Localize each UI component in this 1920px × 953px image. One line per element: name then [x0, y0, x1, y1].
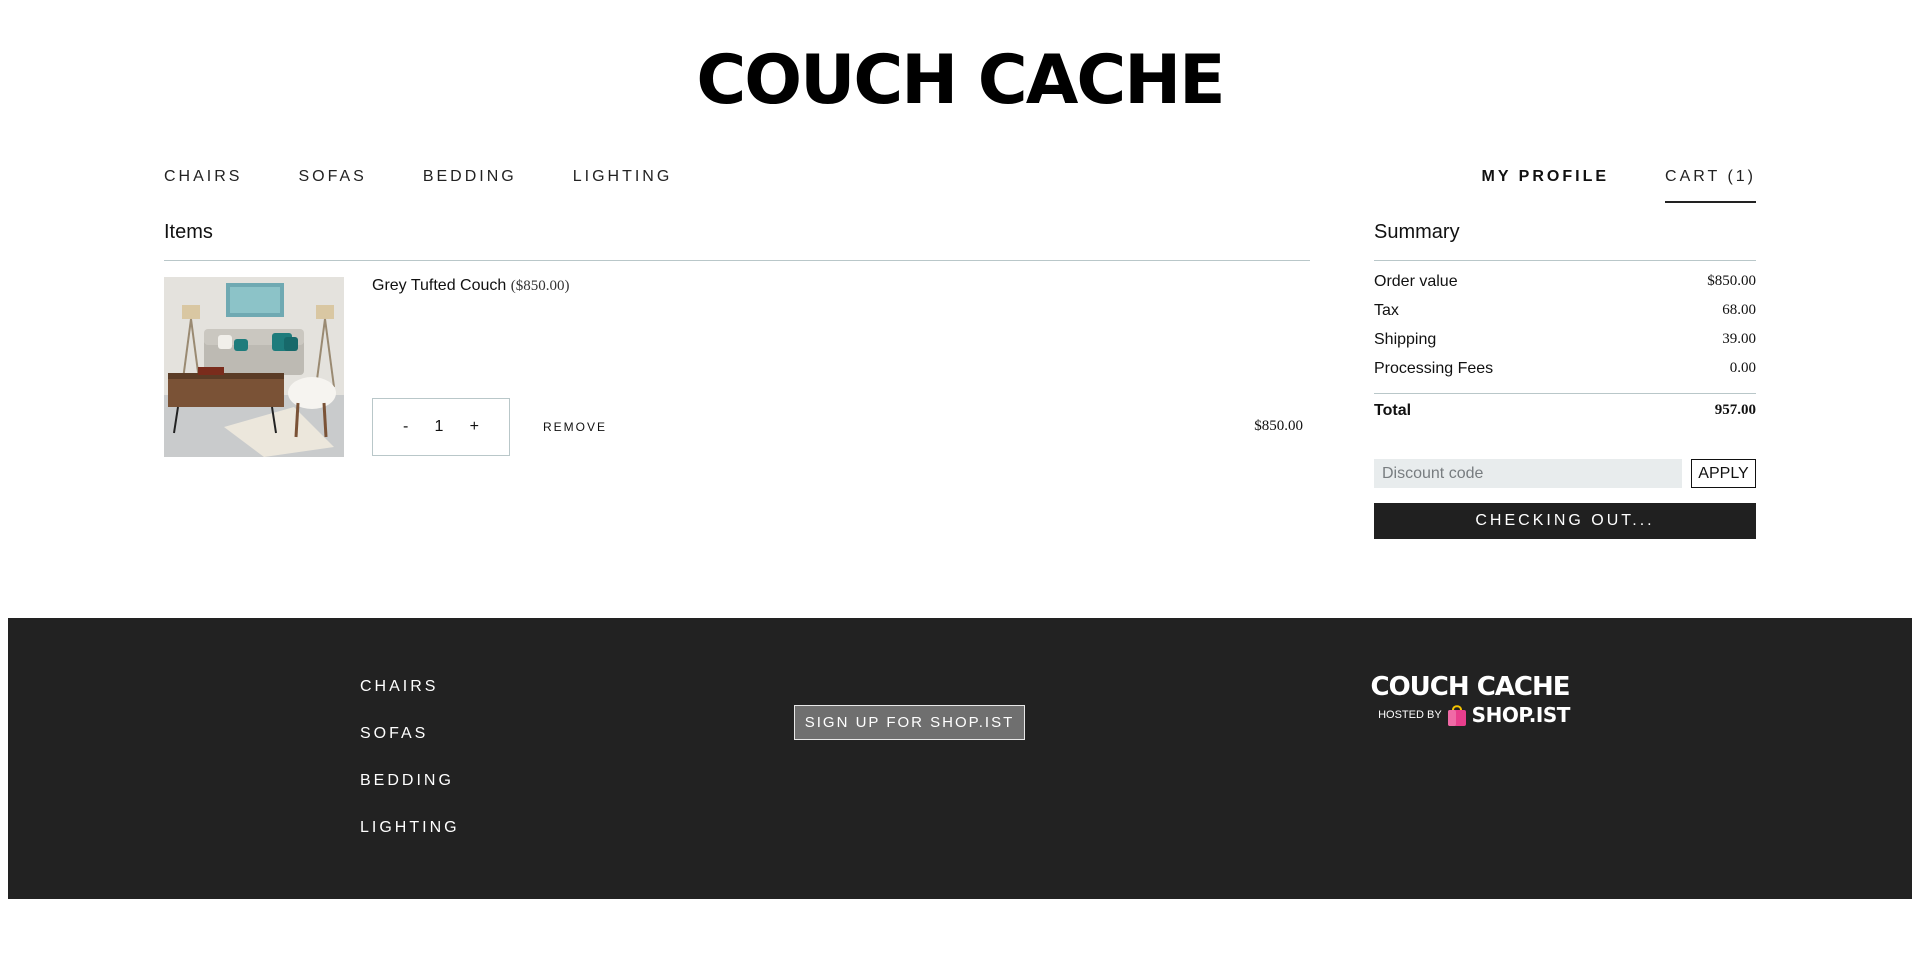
total-label: Total [1374, 402, 1412, 419]
item-title[interactable]: Grey Tufted Couch ($850.00) [372, 277, 570, 295]
footer-brand-logo[interactable]: COUCH CACHE [1368, 673, 1572, 701]
summary-label: Shipping [1374, 331, 1437, 348]
items-heading: Items [164, 221, 213, 243]
checkout-button[interactable]: CHECKING OUT... [1374, 503, 1756, 539]
summary-row-shipping: Shipping 39.00 [1374, 331, 1756, 349]
hosted-by-badge[interactable]: HOSTED BY SHOP.IST [1374, 703, 1574, 727]
product-image[interactable] [164, 277, 344, 457]
total-value: 957.00 [1714, 402, 1756, 418]
decrement-button[interactable]: - [403, 418, 408, 436]
account-nav: MY PROFILE CART (1) [1426, 166, 1756, 203]
nav-chairs[interactable]: CHAIRS [164, 166, 242, 188]
footer-link-chairs[interactable]: CHAIRS [360, 678, 438, 696]
brand-logo[interactable]: COUCH CACHE [0, 38, 1920, 124]
summary-divider [1374, 260, 1756, 261]
my-profile-link[interactable]: MY PROFILE [1482, 166, 1610, 203]
summary-value: $850.00 [1707, 273, 1756, 289]
quantity-value: 1 [434, 418, 444, 435]
items-divider [164, 260, 1310, 261]
signup-shopist-button[interactable]: SIGN UP FOR SHOP.IST [794, 705, 1025, 740]
summary-label: Order value [1374, 273, 1458, 290]
quantity-stepper: - 1 + [372, 398, 510, 456]
cart-link[interactable]: CART (1) [1665, 166, 1756, 203]
item-name: Grey Tufted Couch [372, 277, 507, 294]
summary-label: Processing Fees [1374, 360, 1494, 377]
remove-item-button[interactable]: REMOVE [543, 420, 607, 434]
host-name: SHOP.IST [1471, 703, 1571, 727]
footer-link-bedding[interactable]: BEDDING [360, 772, 454, 790]
discount-code-input[interactable] [1374, 459, 1682, 488]
item-line-total: $850.00 [1254, 418, 1303, 434]
summary-label: Tax [1374, 302, 1399, 319]
couch-photo-icon [164, 277, 344, 457]
footer-link-sofas[interactable]: SOFAS [360, 725, 428, 743]
summary-row-processing-fees: Processing Fees 0.00 [1374, 360, 1756, 378]
footer-link-lighting[interactable]: LIGHTING [360, 819, 460, 837]
summary-row-order-value: Order value $850.00 [1374, 273, 1756, 291]
nav-sofas[interactable]: SOFAS [298, 166, 366, 188]
summary-value: 39.00 [1722, 331, 1756, 347]
total-divider [1374, 393, 1756, 394]
item-unit-price: ($850.00) [510, 278, 570, 294]
apply-discount-button[interactable]: APPLY [1691, 459, 1756, 488]
summary-row-total: Total 957.00 [1374, 402, 1756, 420]
nav-lighting[interactable]: LIGHTING [573, 166, 673, 188]
site-footer: CHAIRS SOFAS BEDDING LIGHTING SIGN UP FO… [8, 618, 1912, 899]
summary-value: 68.00 [1722, 302, 1756, 318]
increment-button[interactable]: + [470, 418, 479, 436]
nav-bedding[interactable]: BEDDING [423, 166, 517, 188]
hosted-by-label: HOSTED BY [1378, 709, 1442, 721]
shopping-bag-icon [1447, 705, 1466, 726]
summary-row-tax: Tax 68.00 [1374, 302, 1756, 320]
category-nav: CHAIRS SOFAS BEDDING LIGHTING [164, 166, 728, 188]
summary-value: 0.00 [1729, 360, 1756, 376]
summary-heading: Summary [1374, 221, 1460, 243]
